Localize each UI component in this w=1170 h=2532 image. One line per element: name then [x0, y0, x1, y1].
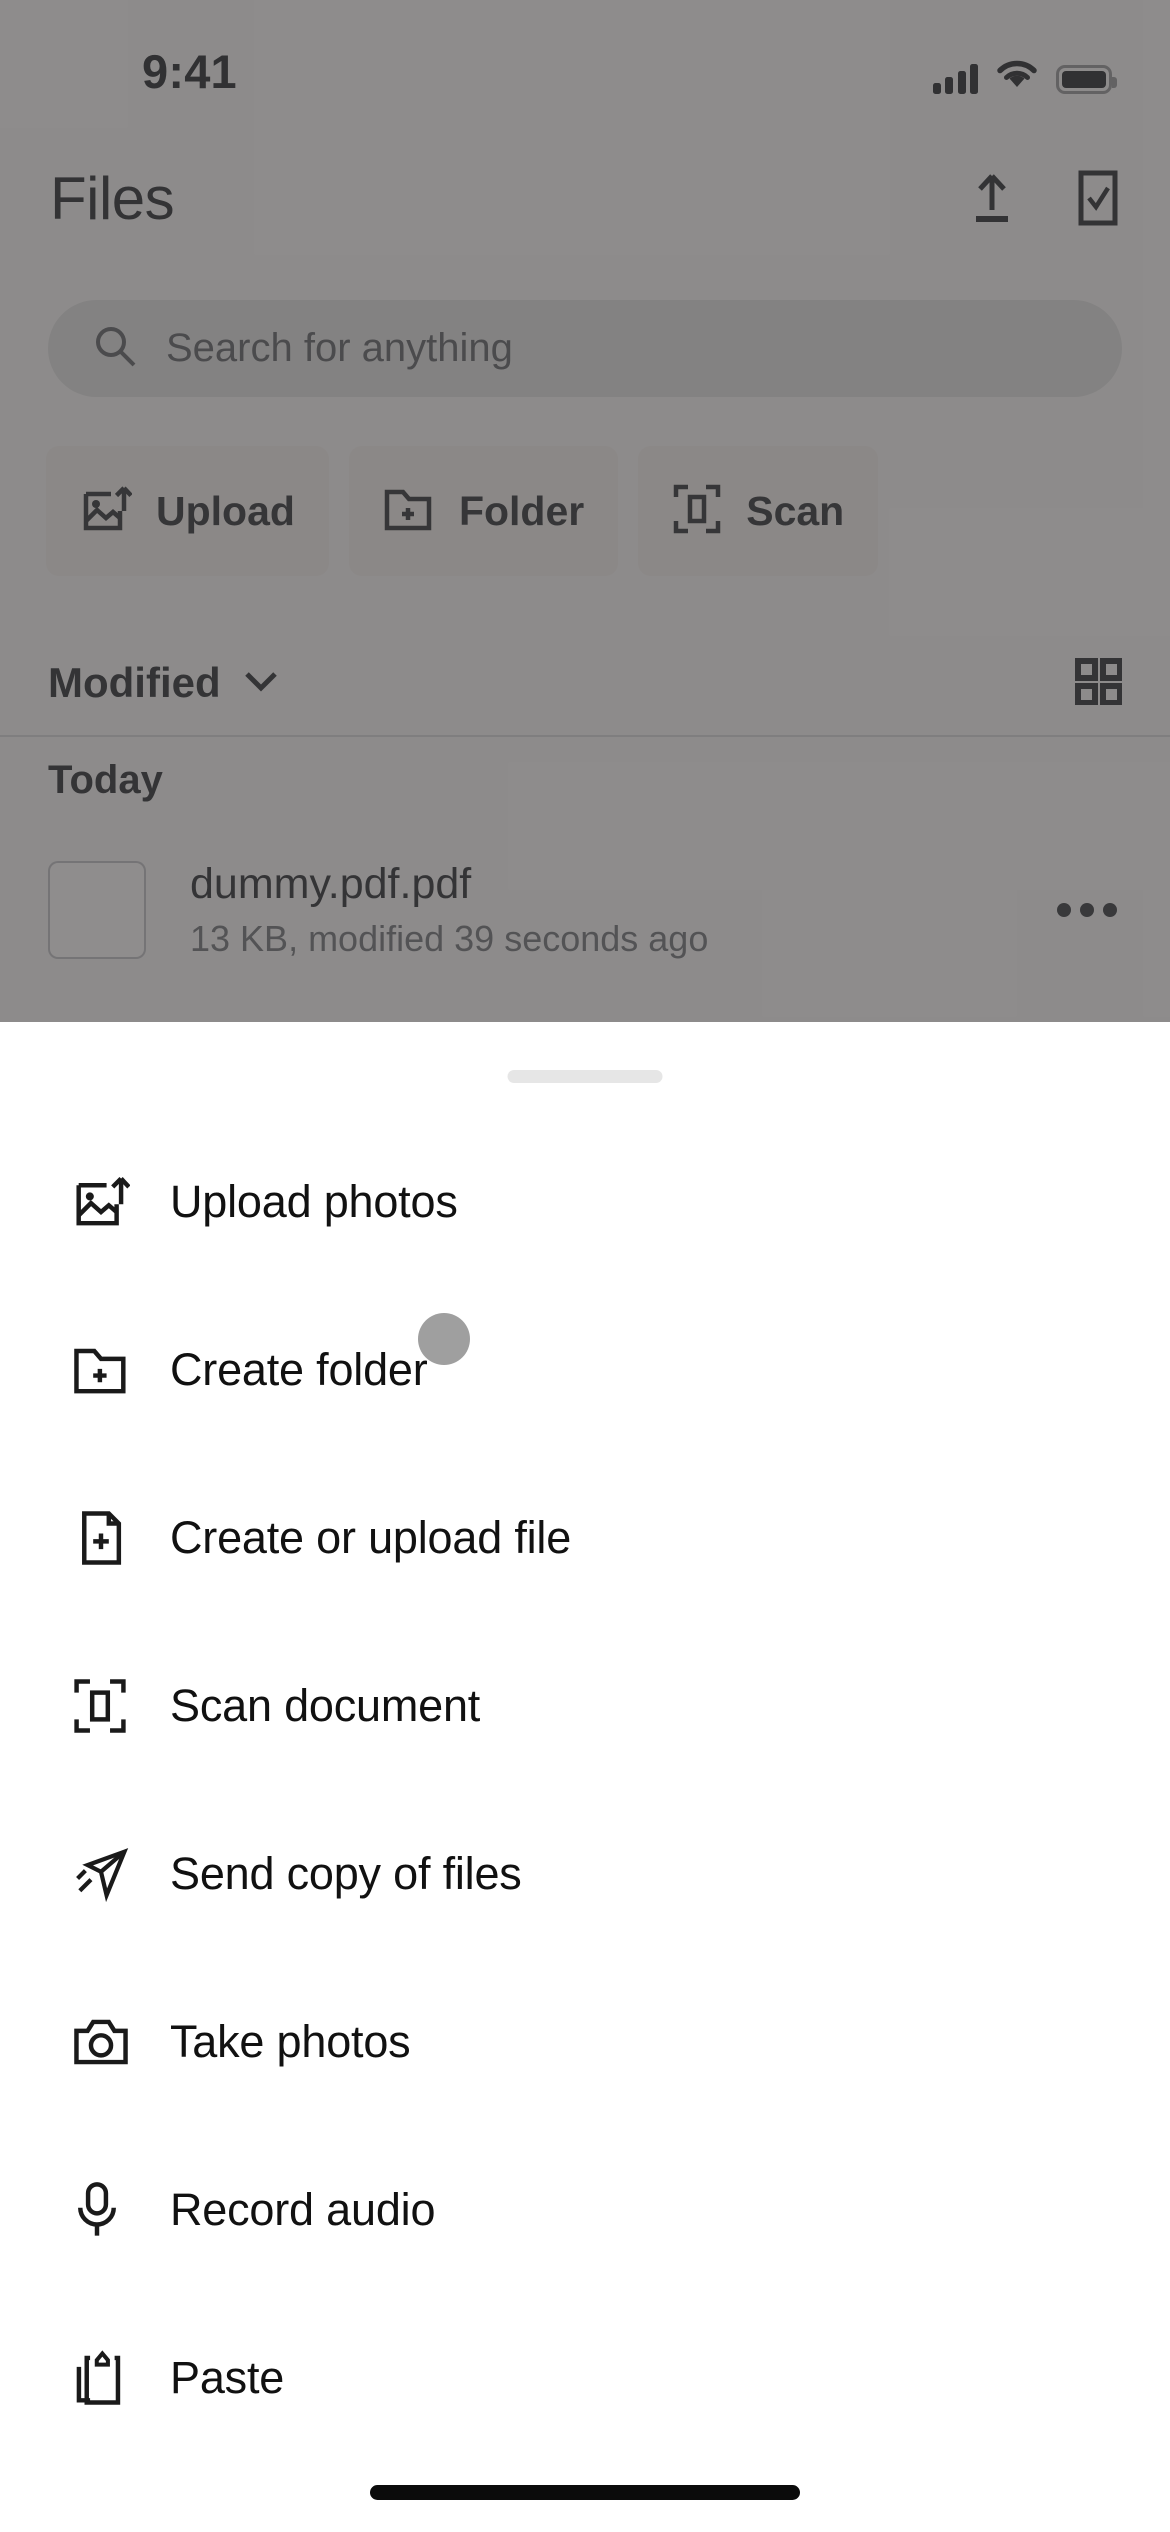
- page-title: Files: [50, 165, 175, 232]
- menu-item-create-or-upload-file[interactable]: Create or upload file: [0, 1454, 1170, 1622]
- microphone-icon: [72, 2181, 134, 2239]
- search-icon: [92, 323, 138, 374]
- select-button[interactable]: [1070, 168, 1126, 228]
- quick-action-label: Scan: [746, 487, 845, 534]
- cellular-signal-icon: [932, 64, 978, 94]
- home-indicator: [370, 2485, 800, 2500]
- sheet-menu-list: Upload photos Create folder Create or up…: [0, 1118, 1170, 2462]
- search-placeholder-text: Search for anything: [166, 326, 513, 370]
- file-plus-icon: [72, 1509, 134, 1567]
- quick-action-label: Upload: [156, 487, 295, 534]
- file-name: dummy.pdf.pdf: [190, 859, 472, 908]
- folder-plus-icon: [72, 1342, 134, 1398]
- status-bar: 9:41: [0, 0, 1170, 110]
- menu-item-label: Paste: [170, 2352, 285, 2403]
- quick-action-scan[interactable]: Scan: [638, 446, 879, 576]
- grid-view-toggle[interactable]: [1074, 657, 1123, 710]
- quick-actions-row: Upload Folder Scan: [46, 446, 879, 576]
- sort-row: Modified: [0, 628, 1170, 738]
- menu-item-label: Record audio: [170, 2184, 436, 2235]
- menu-item-label: Send copy of files: [170, 1848, 522, 1899]
- status-bar-icons: [932, 52, 1117, 94]
- menu-item-record-audio[interactable]: Record audio: [0, 2126, 1170, 2294]
- bottom-sheet: Upload photos Create folder Create or up…: [0, 1022, 1170, 2532]
- file-thumbnail: [48, 861, 146, 959]
- menu-item-label: Upload photos: [170, 1176, 458, 1227]
- scan-frame-icon: [672, 483, 722, 540]
- section-header-today: Today: [48, 758, 163, 802]
- phone-screen: 9:41 Files Search for anything Upload Fo…: [0, 0, 1170, 2532]
- clipboard-icon: [72, 2349, 134, 2407]
- image-upload-icon: [80, 483, 133, 540]
- menu-item-label: Create or upload file: [170, 1512, 572, 1563]
- battery-icon: [1056, 65, 1117, 94]
- folder-plus-icon: [383, 484, 435, 539]
- sort-dropdown[interactable]: Modified: [48, 659, 281, 707]
- menu-item-send-copy-of-files[interactable]: Send copy of files: [0, 1790, 1170, 1958]
- file-list-item[interactable]: dummy.pdf.pdf 13 KB, modified 39 seconds…: [0, 850, 1170, 970]
- menu-item-create-folder[interactable]: Create folder: [0, 1286, 1170, 1454]
- header-actions: [964, 168, 1126, 228]
- upload-button[interactable]: [964, 168, 1020, 228]
- scan-frame-icon: [72, 1677, 134, 1735]
- quick-action-label: Folder: [458, 487, 585, 534]
- file-meta: dummy.pdf.pdf 13 KB, modified 39 seconds…: [190, 858, 1052, 963]
- menu-item-label: Scan document: [170, 1680, 481, 1731]
- search-input[interactable]: Search for anything: [48, 300, 1122, 397]
- background-app: 9:41 Files Search for anything Upload Fo…: [0, 0, 1170, 1022]
- sort-label: Modified: [48, 659, 221, 706]
- overflow-menu-icon[interactable]: [1052, 900, 1122, 920]
- menu-item-label: Take photos: [170, 2016, 411, 2067]
- section-divider: [0, 735, 1170, 737]
- menu-item-label: Create folder: [170, 1344, 428, 1395]
- chevron-down-icon: [241, 668, 281, 699]
- paper-plane-icon: [72, 1845, 134, 1903]
- menu-item-paste[interactable]: Paste: [0, 2294, 1170, 2462]
- wifi-icon: [995, 57, 1039, 94]
- image-upload-icon: [72, 1173, 134, 1231]
- file-subtitle: 13 KB, modified 39 seconds ago: [190, 918, 709, 960]
- drag-handle[interactable]: [507, 1070, 663, 1083]
- camera-icon: [72, 2016, 134, 2068]
- quick-action-upload[interactable]: Upload: [46, 446, 329, 576]
- menu-item-upload-photos[interactable]: Upload photos: [0, 1118, 1170, 1286]
- quick-action-folder[interactable]: Folder: [348, 446, 619, 576]
- status-time: 9:41: [142, 45, 237, 98]
- menu-item-scan-document[interactable]: Scan document: [0, 1622, 1170, 1790]
- menu-item-take-photos[interactable]: Take photos: [0, 1958, 1170, 2126]
